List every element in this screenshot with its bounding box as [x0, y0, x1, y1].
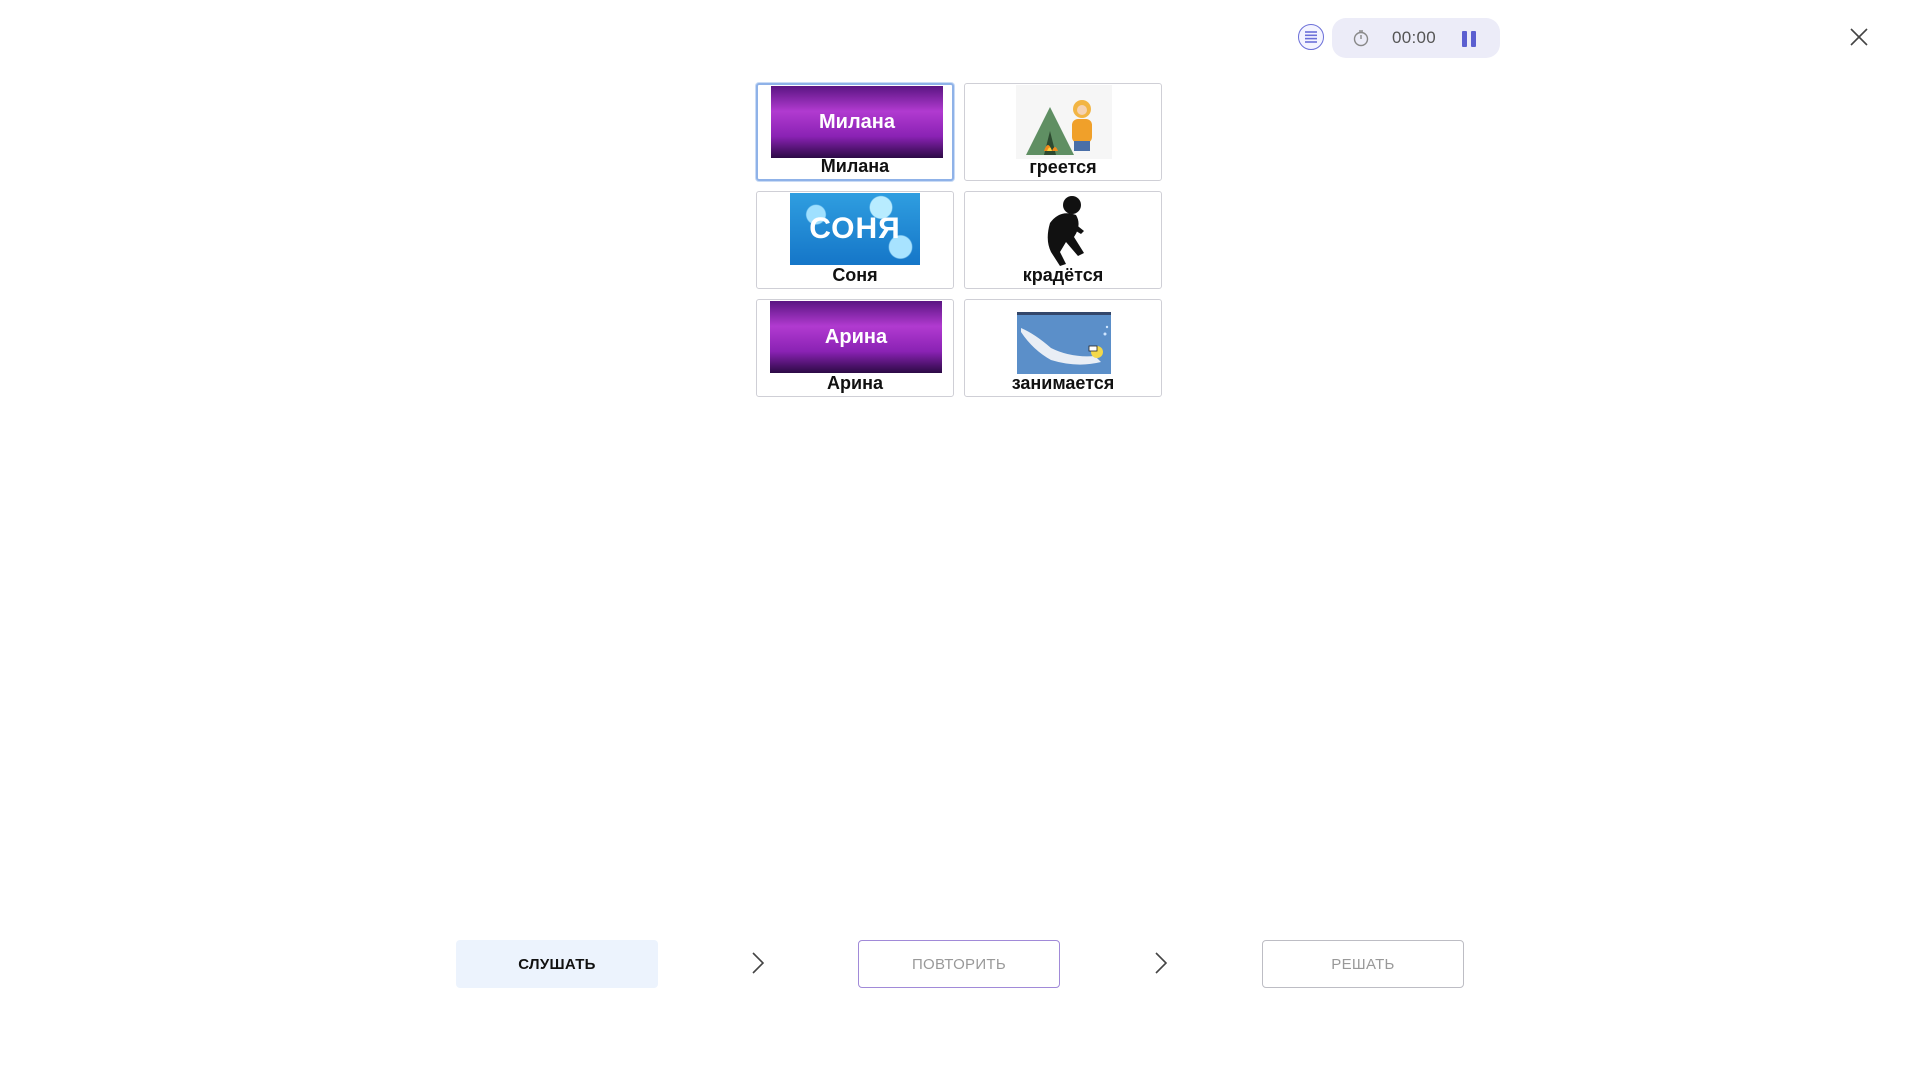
banner-text: Арина: [824, 325, 888, 348]
listen-button[interactable]: СЛУШАТЬ: [456, 940, 658, 988]
card-greetsya[interactable]: греется: [964, 83, 1162, 181]
card-zanimaetsya[interactable]: занимается: [964, 299, 1162, 397]
card-kradetsya[interactable]: крадётся: [964, 191, 1162, 289]
list-icon: [1305, 31, 1317, 43]
card-arina[interactable]: Арина Арина: [756, 299, 954, 397]
name-banner-image: Милана: [771, 86, 943, 158]
banner-text: СОНЯ: [809, 212, 901, 245]
name-banner-image: СОНЯ: [790, 193, 920, 265]
card-label: Милана: [820, 156, 890, 176]
card-milana[interactable]: Милана Милана: [756, 83, 954, 181]
campfire-tent-picture: [1016, 85, 1112, 159]
card-label: Арина: [827, 373, 883, 393]
chevron-right-icon: [752, 952, 765, 974]
stopwatch-icon: [1353, 30, 1369, 47]
repeat-button[interactable]: ПОВТОРИТЬ: [858, 940, 1060, 988]
name-banner-image: Арина: [770, 301, 942, 373]
close-icon[interactable]: [1848, 26, 1870, 48]
timer-panel: 00:00: [1332, 18, 1500, 58]
card-label: занимается: [1011, 373, 1115, 393]
card-label: Соня: [832, 265, 878, 285]
card-sonya[interactable]: СОНЯ Соня: [756, 191, 954, 289]
sneaking-figure-picture: [1047, 196, 1084, 266]
card-label: греется: [1029, 157, 1097, 177]
banner-text: Милана: [819, 110, 895, 133]
timer-value: 00:00: [1392, 28, 1437, 47]
solve-button[interactable]: РЕШАТЬ: [1262, 940, 1464, 988]
list-menu-button[interactable]: [1298, 24, 1324, 50]
chevron-right-icon: [1155, 952, 1168, 974]
card-label: крадётся: [1022, 265, 1104, 285]
scuba-diver-picture: [1017, 312, 1111, 374]
pause-icon[interactable]: [1460, 30, 1478, 48]
